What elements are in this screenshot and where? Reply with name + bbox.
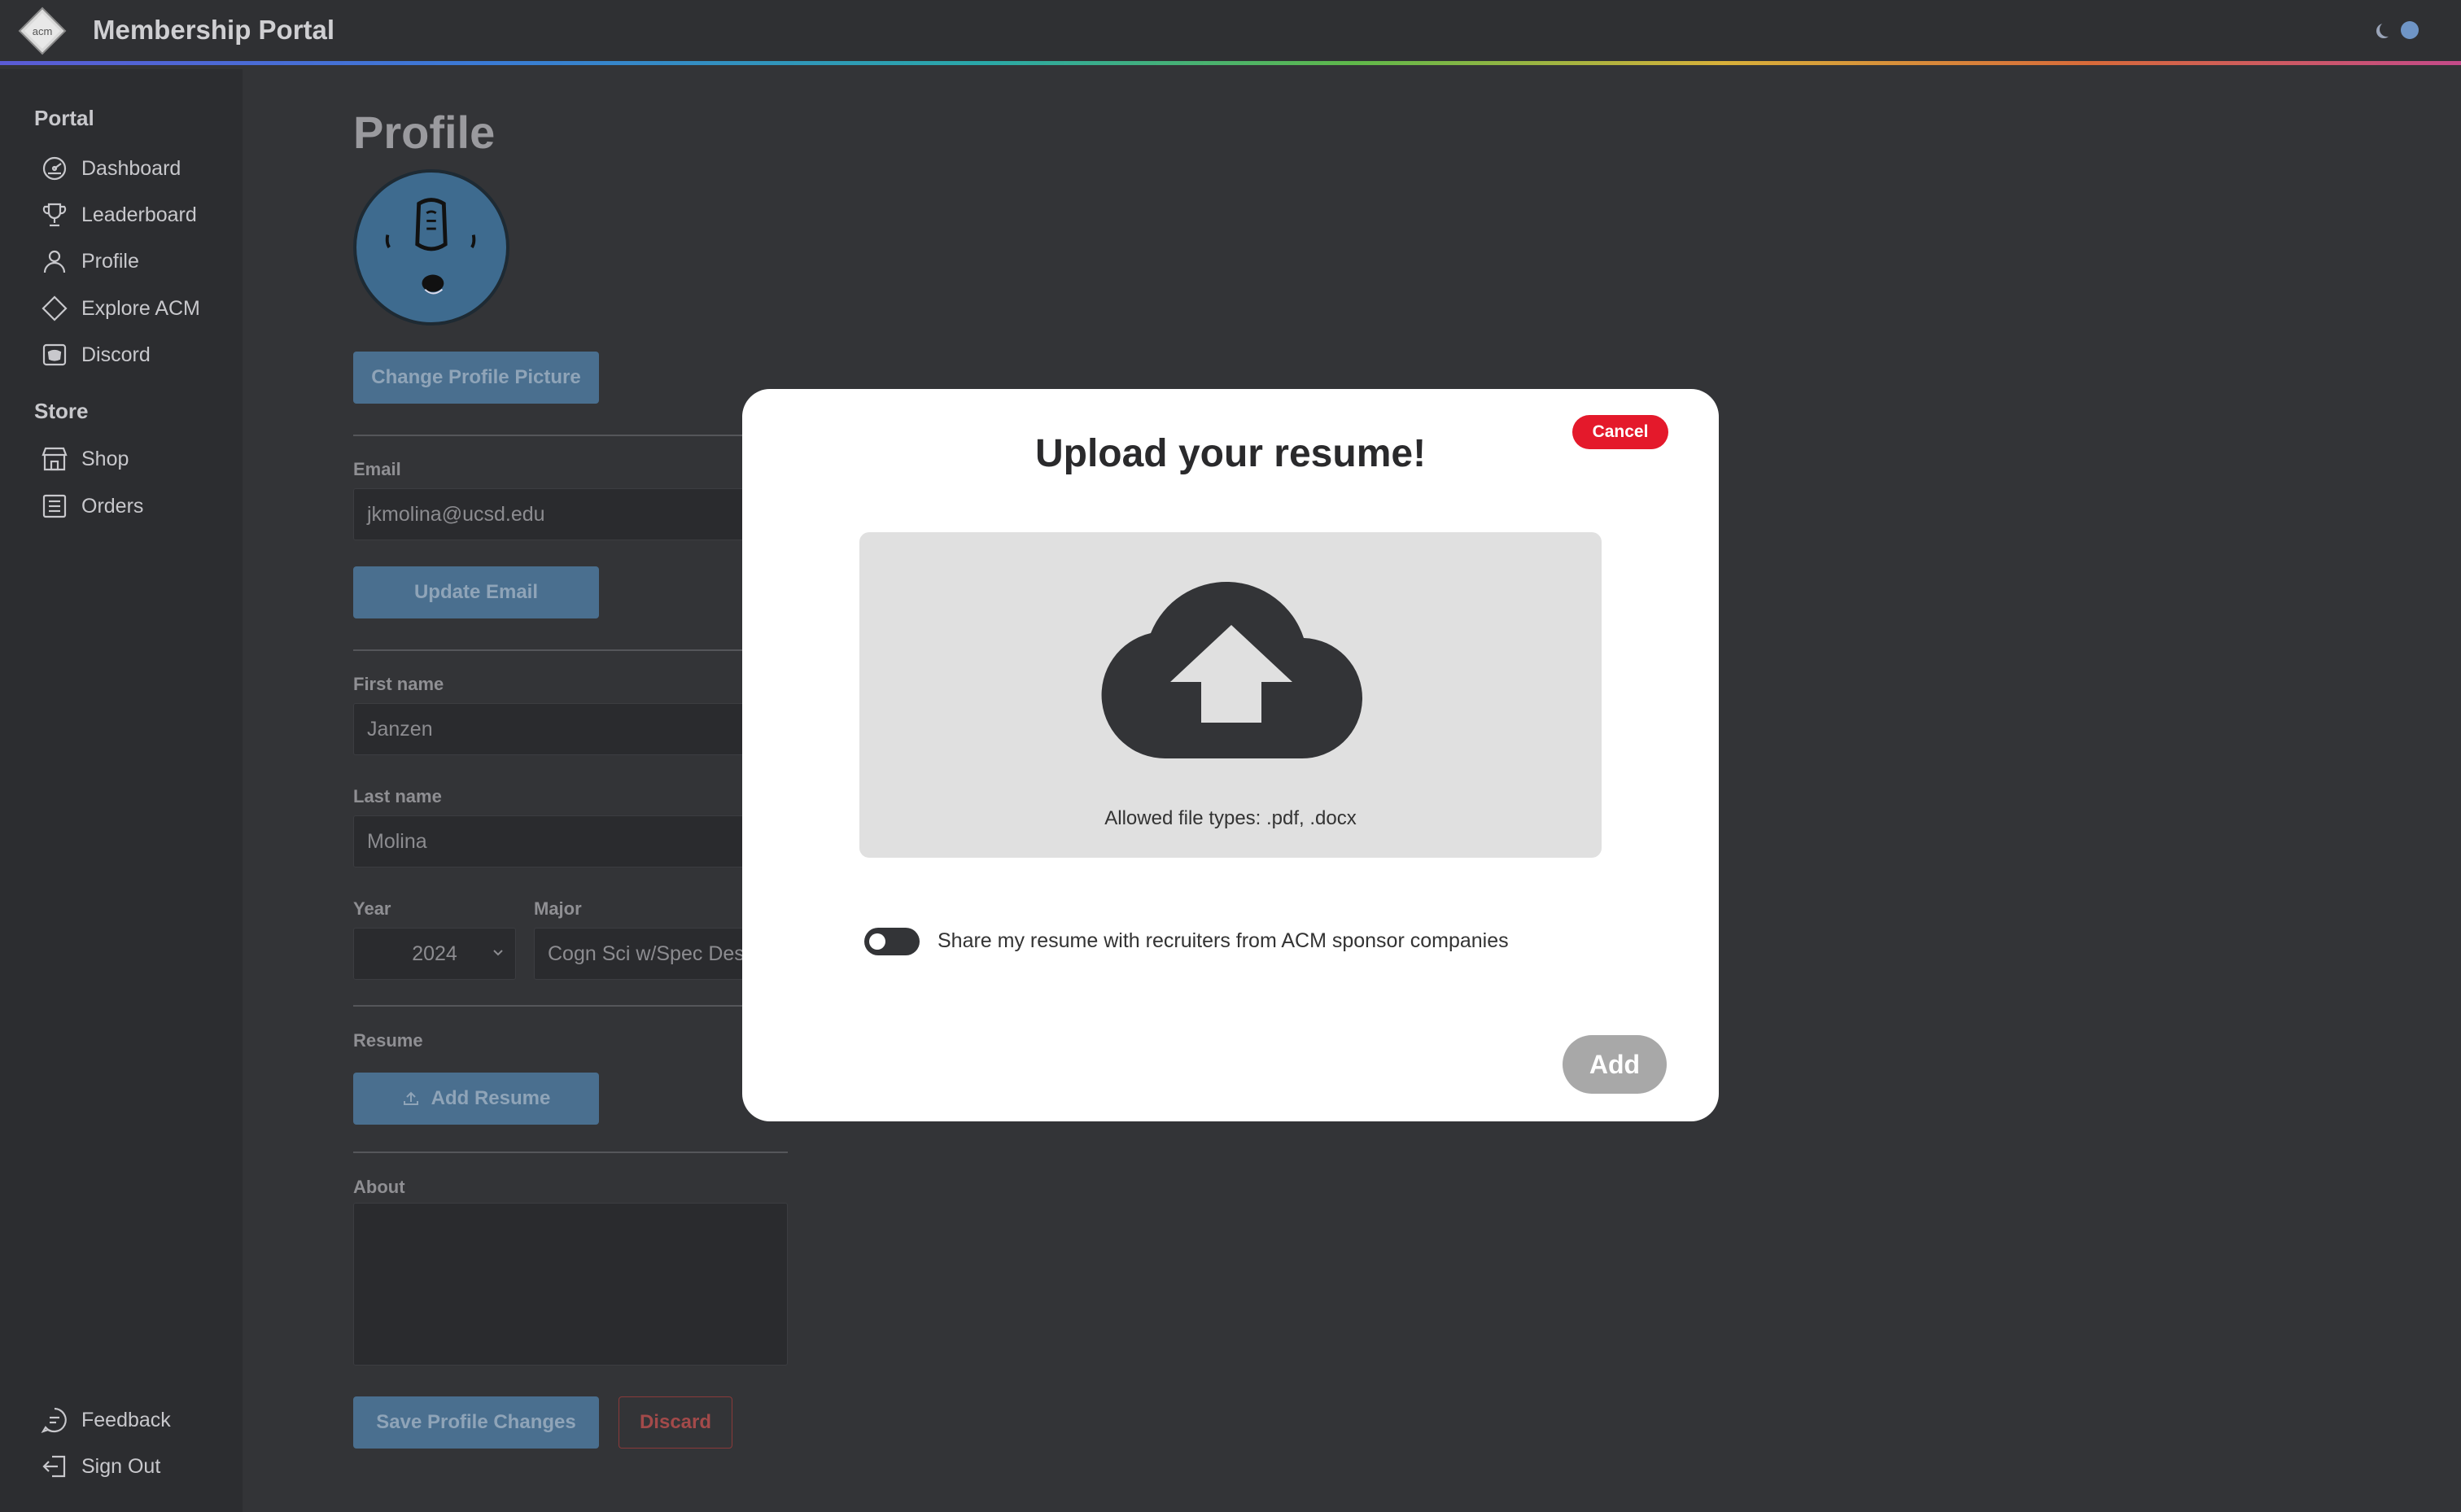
update-email-button[interactable]: Update Email	[353, 566, 599, 618]
email-label: Email	[353, 459, 401, 479]
discard-button[interactable]: Discard	[619, 1396, 732, 1449]
top-header: acm Membership Portal	[0, 0, 2461, 65]
about-textarea[interactable]	[353, 1203, 788, 1366]
page-title: Profile	[353, 107, 496, 158]
theme-toggle-knob	[2401, 21, 2419, 39]
resume-label: Resume	[353, 1030, 423, 1051]
add-resume-label: Add Resume	[431, 1087, 551, 1109]
year-label: Year	[353, 898, 391, 919]
sidebar-item-label: Feedback	[81, 1408, 171, 1431]
last-name-field[interactable]: Molina	[353, 815, 788, 867]
sidebar-item-explore-acm[interactable]: Explore ACM	[41, 290, 200, 327]
sidebar-item-label: Sign Out	[81, 1454, 161, 1478]
sidebar-item-label: Profile	[81, 249, 139, 273]
save-profile-changes-button[interactable]: Save Profile Changes	[353, 1396, 599, 1449]
discord-icon	[42, 343, 67, 366]
cancel-button[interactable]: Cancel	[1572, 415, 1668, 449]
sidebar-heading-portal: Portal	[34, 106, 94, 130]
sidebar-item-shop[interactable]: Shop	[41, 440, 129, 478]
divider	[353, 435, 788, 436]
sidebar-item-sign-out[interactable]: Sign Out	[41, 1448, 160, 1485]
sidebar-item-label: Orders	[81, 494, 144, 518]
sidebar-item-label: Explore ACM	[81, 296, 200, 320]
diamond-icon	[42, 295, 68, 321]
upload-resume-modal: Upload your resume! Cancel Allowed file …	[742, 389, 1719, 1121]
user-icon	[43, 250, 66, 273]
logo-text: acm	[33, 25, 53, 37]
header-rainbow-border	[0, 61, 2461, 65]
divider	[353, 1005, 788, 1007]
sidebar-item-orders[interactable]: Orders	[41, 487, 143, 525]
add-resume-button[interactable]: Add Resume	[353, 1073, 599, 1125]
divider	[353, 649, 788, 651]
modal-title: Upload your resume!	[1034, 432, 1427, 475]
sidebar-item-profile[interactable]: Profile	[41, 243, 139, 280]
major-label: Major	[534, 898, 582, 919]
year-select[interactable]: 2024	[353, 928, 516, 980]
sidebar-item-label: Dashboard	[81, 156, 181, 180]
sidebar-item-label: Leaderboard	[81, 203, 197, 226]
list-icon	[42, 494, 67, 518]
last-name-label: Last name	[353, 786, 442, 806]
file-dropzone[interactable]: Allowed file types: .pdf, .docx	[859, 532, 1602, 858]
sign-out-icon	[42, 1455, 66, 1478]
sidebar	[0, 69, 243, 1512]
feedback-icon	[41, 1407, 67, 1433]
theme-toggle[interactable]	[2376, 20, 2422, 41]
year-value: 2024	[412, 942, 457, 965]
change-profile-picture-button[interactable]: Change Profile Picture	[353, 352, 599, 404]
email-field[interactable]: jkmolina@ucsd.edu	[353, 488, 788, 540]
storefront-icon	[42, 447, 68, 471]
add-button[interactable]: Add	[1563, 1035, 1667, 1094]
sidebar-item-label: Shop	[81, 447, 129, 470]
first-name-field[interactable]: Janzen	[353, 703, 788, 755]
koala-avatar-icon	[385, 198, 476, 295]
trophy-icon	[42, 203, 67, 227]
divider	[353, 1151, 788, 1153]
first-name-label: First name	[353, 674, 444, 694]
sidebar-item-discord[interactable]: Discord	[41, 336, 151, 374]
sidebar-item-label: Discord	[81, 343, 151, 366]
sidebar-item-dashboard[interactable]: Dashboard	[41, 150, 181, 187]
share-resume-label: Share my resume with recruiters from ACM…	[938, 929, 1509, 952]
app-title: Membership Portal	[93, 15, 335, 45]
acm-logo-icon[interactable]: acm	[18, 7, 67, 55]
avatar	[353, 169, 509, 326]
cloud-upload-icon	[1101, 582, 1362, 759]
dashboard-gauge-icon	[42, 156, 67, 181]
chevron-down-icon	[493, 950, 503, 956]
upload-icon	[403, 1091, 418, 1105]
toggle-knob	[869, 933, 885, 950]
allowed-file-types: Allowed file types: .pdf, .docx	[1104, 807, 1357, 829]
share-resume-toggle[interactable]	[864, 928, 920, 955]
sidebar-heading-store: Store	[34, 399, 89, 423]
sidebar-item-feedback[interactable]: Feedback	[41, 1401, 171, 1439]
sidebar-item-leaderboard[interactable]: Leaderboard	[41, 196, 197, 234]
about-label: About	[353, 1177, 405, 1197]
moon-icon	[2380, 22, 2394, 37]
